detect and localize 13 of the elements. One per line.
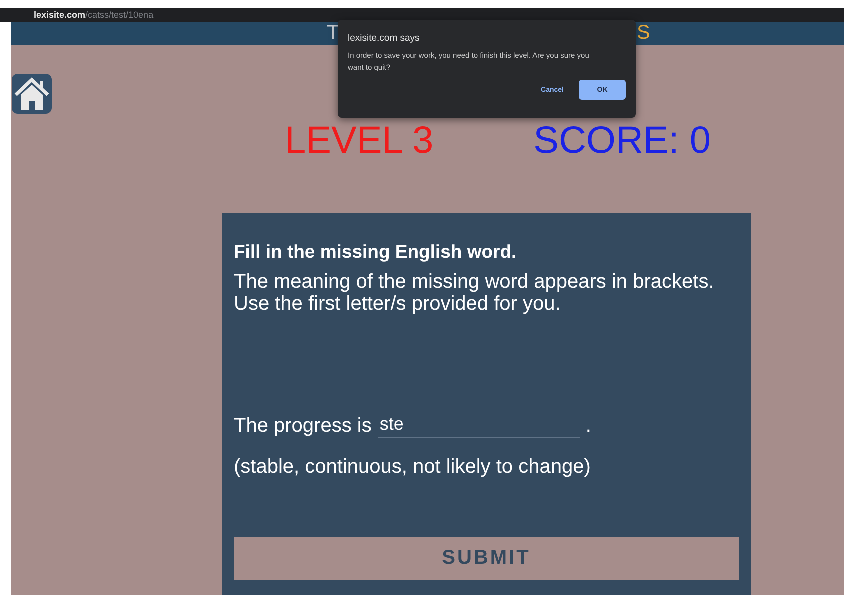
home-icon[interactable] [12, 74, 52, 114]
meaning-hint: (stable, continuous, not likely to change) [234, 456, 592, 479]
header-title-fragment: S [637, 22, 650, 45]
exercise-heading: Fill in the missing English word. [234, 241, 518, 263]
dialog-title: lexisite.com says [348, 33, 421, 44]
exercise-instructions: The meaning of the missing word appears in brackets. Use the first letter/s provided for you. [234, 271, 716, 315]
url-text[interactable]: lexisite.com/catss/test/10ena [34, 10, 154, 20]
sentence-text: The progress is [234, 415, 372, 438]
score-indicator: SCORE: 0 [534, 120, 711, 163]
answer-field[interactable]: ste [378, 414, 580, 438]
level-indicator: LEVEL 3 [285, 120, 434, 163]
header-title-fragment: T [327, 22, 340, 45]
sentence-end: . [586, 415, 592, 438]
